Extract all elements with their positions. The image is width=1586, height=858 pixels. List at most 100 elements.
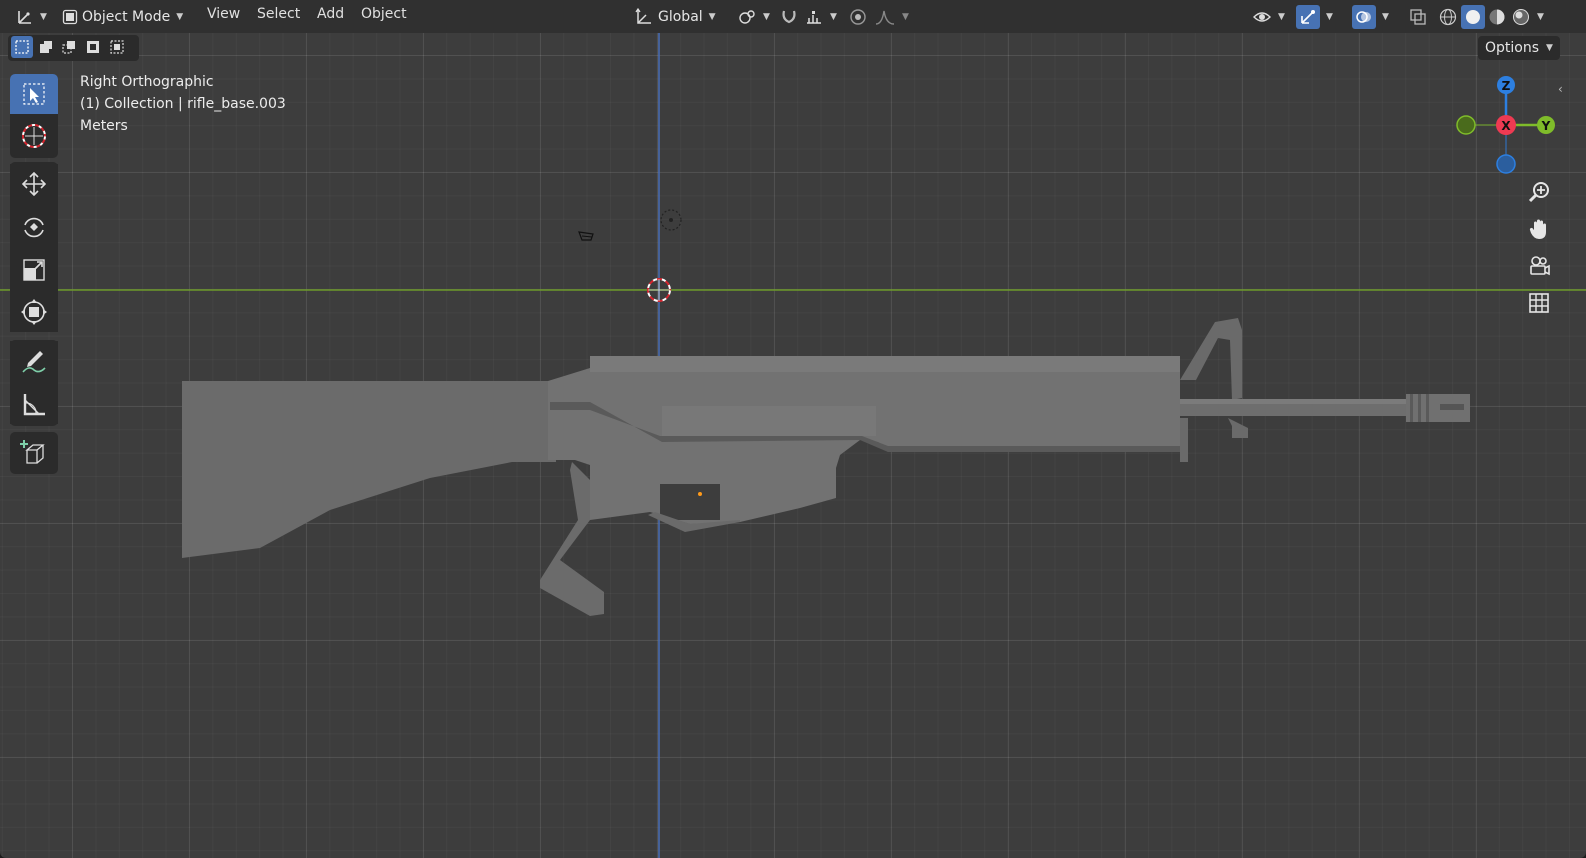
wireframe-shading-icon [1439,8,1457,25]
falloff-curve-icon [875,10,895,25]
zoom-button[interactable] [1522,175,1556,209]
eye-icon [1253,11,1271,22]
snap-toggle[interactable] [779,4,799,29]
chevron-down-icon: ▼ [763,11,770,22]
select-invert-button[interactable] [82,36,104,58]
tool-transform[interactable] [10,292,58,332]
menu-view[interactable]: View [207,6,240,22]
menu-add[interactable]: Add [317,6,344,22]
tool-rotate[interactable] [10,207,58,247]
select-intersect-icon [110,40,124,54]
select-extend-button[interactable] [35,36,57,58]
gizmo-x-label: X [1501,119,1511,133]
chevron-down-icon: ▼ [1382,11,1389,22]
options-label: Options [1485,40,1540,56]
tool-scale[interactable] [10,250,58,290]
rifle-model [182,318,1470,616]
select-extend-icon [40,41,52,53]
shading-solid-button[interactable] [1461,4,1485,29]
proportional-editing-toggle[interactable] [848,4,868,29]
chevron-down-icon: ▼ [708,11,716,22]
tool-move[interactable] [10,164,58,204]
shading-wireframe-button[interactable] [1438,4,1458,29]
viewport-header: ▼ Object Mode ▼ View Select Add Object G… [0,0,1586,33]
rendered-shading-icon [1513,8,1529,25]
select-box-icon [23,83,45,105]
chevron-down-icon: ▼ [1326,11,1333,22]
chevron-down-icon: ▼ [830,11,837,22]
move-icon [21,171,47,197]
chevron-down-icon: ▼ [40,11,47,22]
orientation-dropdown[interactable]: Global ▼ [634,4,716,29]
tool-cursor[interactable] [10,116,58,156]
shading-rendered-button[interactable]: ▼ [1511,4,1544,29]
magnet-icon [782,10,796,23]
collection-info: (1) Collection | rifle_base.003 [80,96,286,112]
select-subtract-icon [62,41,75,54]
overlays-toggle[interactable]: ▼ [1352,4,1389,29]
select-subtract-button[interactable] [58,36,80,58]
object-origin-dot [698,492,702,496]
view-name: Right Orthographic [80,74,214,90]
overlays-icon [1356,10,1371,23]
menu-select[interactable]: Select [257,6,300,22]
rotate-icon [24,217,44,238]
navigation-gizmo[interactable]: Z Y X [1450,70,1560,180]
chevron-down-icon: ▼ [1546,43,1553,53]
pivot-point-dropdown[interactable]: ▼ [737,4,770,29]
mode-dropdown[interactable]: Object Mode ▼ [62,4,183,29]
select-new-icon [15,40,29,54]
chevron-down-icon: ▼ [1537,11,1544,22]
gizmo-icon [1301,9,1315,24]
gizmo-neg-z[interactable] [1496,154,1516,174]
solid-shading-icon [1466,9,1480,24]
gizmo-toggle[interactable]: ▼ [1296,4,1333,29]
xray-icon [1410,8,1426,25]
material-shading-icon [1489,9,1505,24]
toggle-ortho-button[interactable] [1522,286,1556,320]
camera-icon [1530,256,1550,276]
xray-toggle[interactable] [1408,4,1428,29]
orientation-label: Global [658,8,703,25]
scale-icon [23,259,45,281]
tool-select-box[interactable] [10,74,58,114]
pivot-point-icon [739,9,755,24]
falloff-dropdown[interactable]: ▼ [874,4,909,29]
editor-type-button[interactable]: ▼ [16,4,47,29]
zoom-icon [1528,182,1549,203]
units-label: Meters [80,118,128,134]
snap-target-dropdown[interactable]: ▼ [804,4,837,29]
sidebar-expand-icon[interactable]: ‹ [1558,82,1563,96]
select-new-button[interactable] [11,36,33,58]
annotate-icon [22,351,46,373]
grid-icon [1529,293,1549,313]
pan-hand-icon [1529,219,1546,239]
add-cube-icon [20,440,45,464]
tool-annotate[interactable] [10,341,58,381]
object-visibility-dropdown[interactable]: ▼ [1252,4,1285,29]
select-invert-icon [87,41,99,53]
mode-label: Object Mode [82,8,171,25]
pan-button[interactable] [1522,212,1556,246]
camera-view-button[interactable] [1522,249,1556,283]
tool-add-cube[interactable] [10,433,58,473]
chevron-down-icon: ▼ [1278,11,1285,22]
transform-orientation-icon [635,7,651,24]
gizmo-y-label: Y [1541,119,1551,133]
shading-material-button[interactable] [1487,4,1507,29]
3d-viewport[interactable] [0,0,1586,858]
proportional-edit-icon [850,8,866,25]
gizmo-neg-y[interactable] [1456,115,1476,135]
gizmo-z-label: Z [1502,79,1511,93]
object-mode-icon [62,9,78,24]
tool-measure[interactable] [10,384,58,424]
cursor-icon [22,124,46,148]
camera-object-icon [578,231,594,241]
light-icon [660,209,682,231]
transform-icon [21,299,47,325]
editor-type-icon [18,10,31,24]
menu-object[interactable]: Object [361,6,407,22]
select-intersect-button[interactable] [106,36,128,58]
chevron-down-icon: ▼ [176,11,184,22]
options-dropdown[interactable]: Options ▼ [1478,36,1560,60]
